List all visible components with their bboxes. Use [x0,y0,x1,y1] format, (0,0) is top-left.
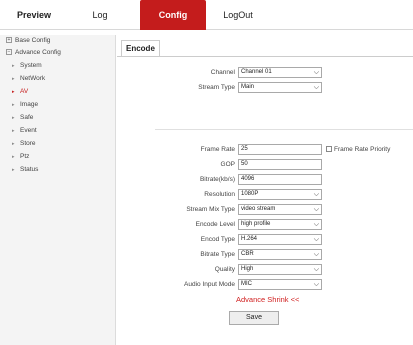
sidebar-item-av[interactable]: ▸ AV [0,85,115,98]
sidebar-item-label: Ptz [20,153,30,160]
frame-rate-priority-label: Frame Rate Priority [334,146,391,153]
sidebar-item-status[interactable]: ▸ Status [0,163,115,176]
resolution-select[interactable]: 1080P ⌵ [238,189,322,200]
resolution-label: Resolution [204,191,235,198]
tab-preview[interactable]: Preview [4,0,64,30]
sidebar-item-image[interactable]: ▸ Image [0,98,115,111]
encod-type-value: H.264 [241,236,258,242]
bitrate-row: Bitrate(kb/s) 4096 [117,174,413,186]
tab-log[interactable]: Log [80,0,120,30]
config-sidebar: + Base Config − Advance Config ▸ System ▸ Ne… [0,35,116,345]
frame-rate-input[interactable]: 25 [238,144,322,155]
quality-row: Quality High ⌵ [117,264,413,276]
bitrate-input[interactable]: 4096 [238,174,322,185]
encode-level-label: Encode Level [195,221,235,228]
tree-advance-config-label: Advance Config [15,49,61,56]
quality-label: Quality [214,266,235,273]
resolution-value: 1080P [241,191,259,197]
stream-type-value: Main [241,84,255,90]
stream-mix-type-value: video stream [241,206,276,212]
stream-type-row: Stream Type Main ⌵ [117,82,413,94]
bitrate-type-value: CBR [241,251,254,257]
gop-input[interactable]: 50 [238,159,322,170]
stream-mix-type-label: Stream Mix Type [186,206,235,213]
sidebar-item-label: Event [20,127,37,134]
sidebar-item-label: Image [20,101,39,108]
chevron-down-icon: ⌵ [313,236,319,243]
sidebar-item-label: Store [20,140,36,147]
top-nav-bar: Preview Log Config LogOut [0,0,413,30]
tab-divider [117,56,413,57]
sidebar-item-safe[interactable]: ▸ Safe [0,111,115,124]
encod-type-select[interactable]: H.264 ⌵ [238,234,322,245]
chevron-down-icon: ⌵ [313,281,319,288]
save-button[interactable]: Save [229,311,279,325]
encode-panel: Encode Channel Channel 01 ⌵ Stream Type M… [117,35,413,345]
audio-input-mode-label: Audio Input Mode [184,281,235,288]
stream-type-label: Stream Type [198,84,235,91]
sidebar-item-label: Status [20,166,39,173]
sidebar-item-label: Safe [20,114,34,121]
chevron-down-icon: ⌵ [313,84,319,91]
chevron-down-icon: ⌵ [313,221,319,228]
chevron-down-icon: ⌵ [313,266,319,273]
checkbox-icon[interactable] [326,146,332,153]
tab-config[interactable]: Config [140,0,206,30]
channel-value: Channel 01 [241,69,272,75]
frame-rate-label: Frame Rate [200,146,235,153]
sidebar-item-store[interactable]: ▸ Store [0,137,115,150]
sidebar-item-label: AV [20,88,29,95]
arrow-right-icon: ▸ [12,167,15,173]
audio-input-mode-row: Audio Input Mode MIC ⌵ [117,279,413,291]
stream-type-select[interactable]: Main ⌵ [238,82,322,93]
advance-shrink-link[interactable]: Advance Shrink << [236,295,299,304]
encod-type-row: Encod Type H.264 ⌵ [117,234,413,246]
sidebar-item-system[interactable]: ▸ System [0,59,115,72]
bitrate-type-label: Bitrate Type [200,251,235,258]
chevron-down-icon: ⌵ [313,69,319,76]
expand-icon[interactable]: + [6,37,12,44]
stream-mix-type-select[interactable]: video stream ⌵ [238,204,322,215]
gop-label: GOP [220,161,235,168]
quality-value: High [241,266,254,272]
collapse-icon[interactable]: − [6,49,12,56]
sidebar-item-event[interactable]: ▸ Event [0,124,115,137]
tab-encode[interactable]: Encode [121,40,160,56]
tab-logout[interactable]: LogOut [208,0,268,30]
channel-row: Channel Channel 01 ⌵ [117,67,413,79]
tree-base-config[interactable]: + Base Config [0,35,115,47]
encode-level-row: Encode Level high profile ⌵ [117,219,413,231]
sidebar-item-ptz[interactable]: ▸ Ptz [0,150,115,163]
bitrate-type-select[interactable]: CBR ⌵ [238,249,322,260]
resolution-row: Resolution 1080P ⌵ [117,189,413,201]
frame-rate-row: Frame Rate 25 Frame Rate Priority [117,144,413,156]
audio-input-mode-select[interactable]: MIC ⌵ [238,279,322,290]
chevron-down-icon: ⌵ [313,206,319,213]
sidebar-item-network[interactable]: ▸ NetWork [0,72,115,85]
sidebar-item-label: NetWork [20,75,46,82]
sidebar-item-label: System [20,62,42,69]
stream-mix-type-row: Stream Mix Type video stream ⌵ [117,204,413,216]
channel-select[interactable]: Channel 01 ⌵ [238,67,322,78]
gop-row: GOP 50 [117,159,413,171]
frame-rate-priority-checkbox[interactable]: Frame Rate Priority [326,144,390,156]
tree-advance-config[interactable]: − Advance Config [0,47,115,59]
chevron-down-icon: ⌵ [313,251,319,258]
audio-input-mode-value: MIC [241,281,252,287]
section-divider [155,129,413,130]
chevron-down-icon: ⌵ [313,191,319,198]
encode-level-value: high profile [241,221,271,227]
bitrate-label: Bitrate(kb/s) [199,176,235,183]
encod-type-label: Encod Type [200,236,235,243]
bitrate-type-row: Bitrate Type CBR ⌵ [117,249,413,261]
channel-label: Channel [210,69,235,76]
encode-level-select[interactable]: high profile ⌵ [238,219,322,230]
tree-base-config-label: Base Config [15,37,51,44]
quality-select[interactable]: High ⌵ [238,264,322,275]
